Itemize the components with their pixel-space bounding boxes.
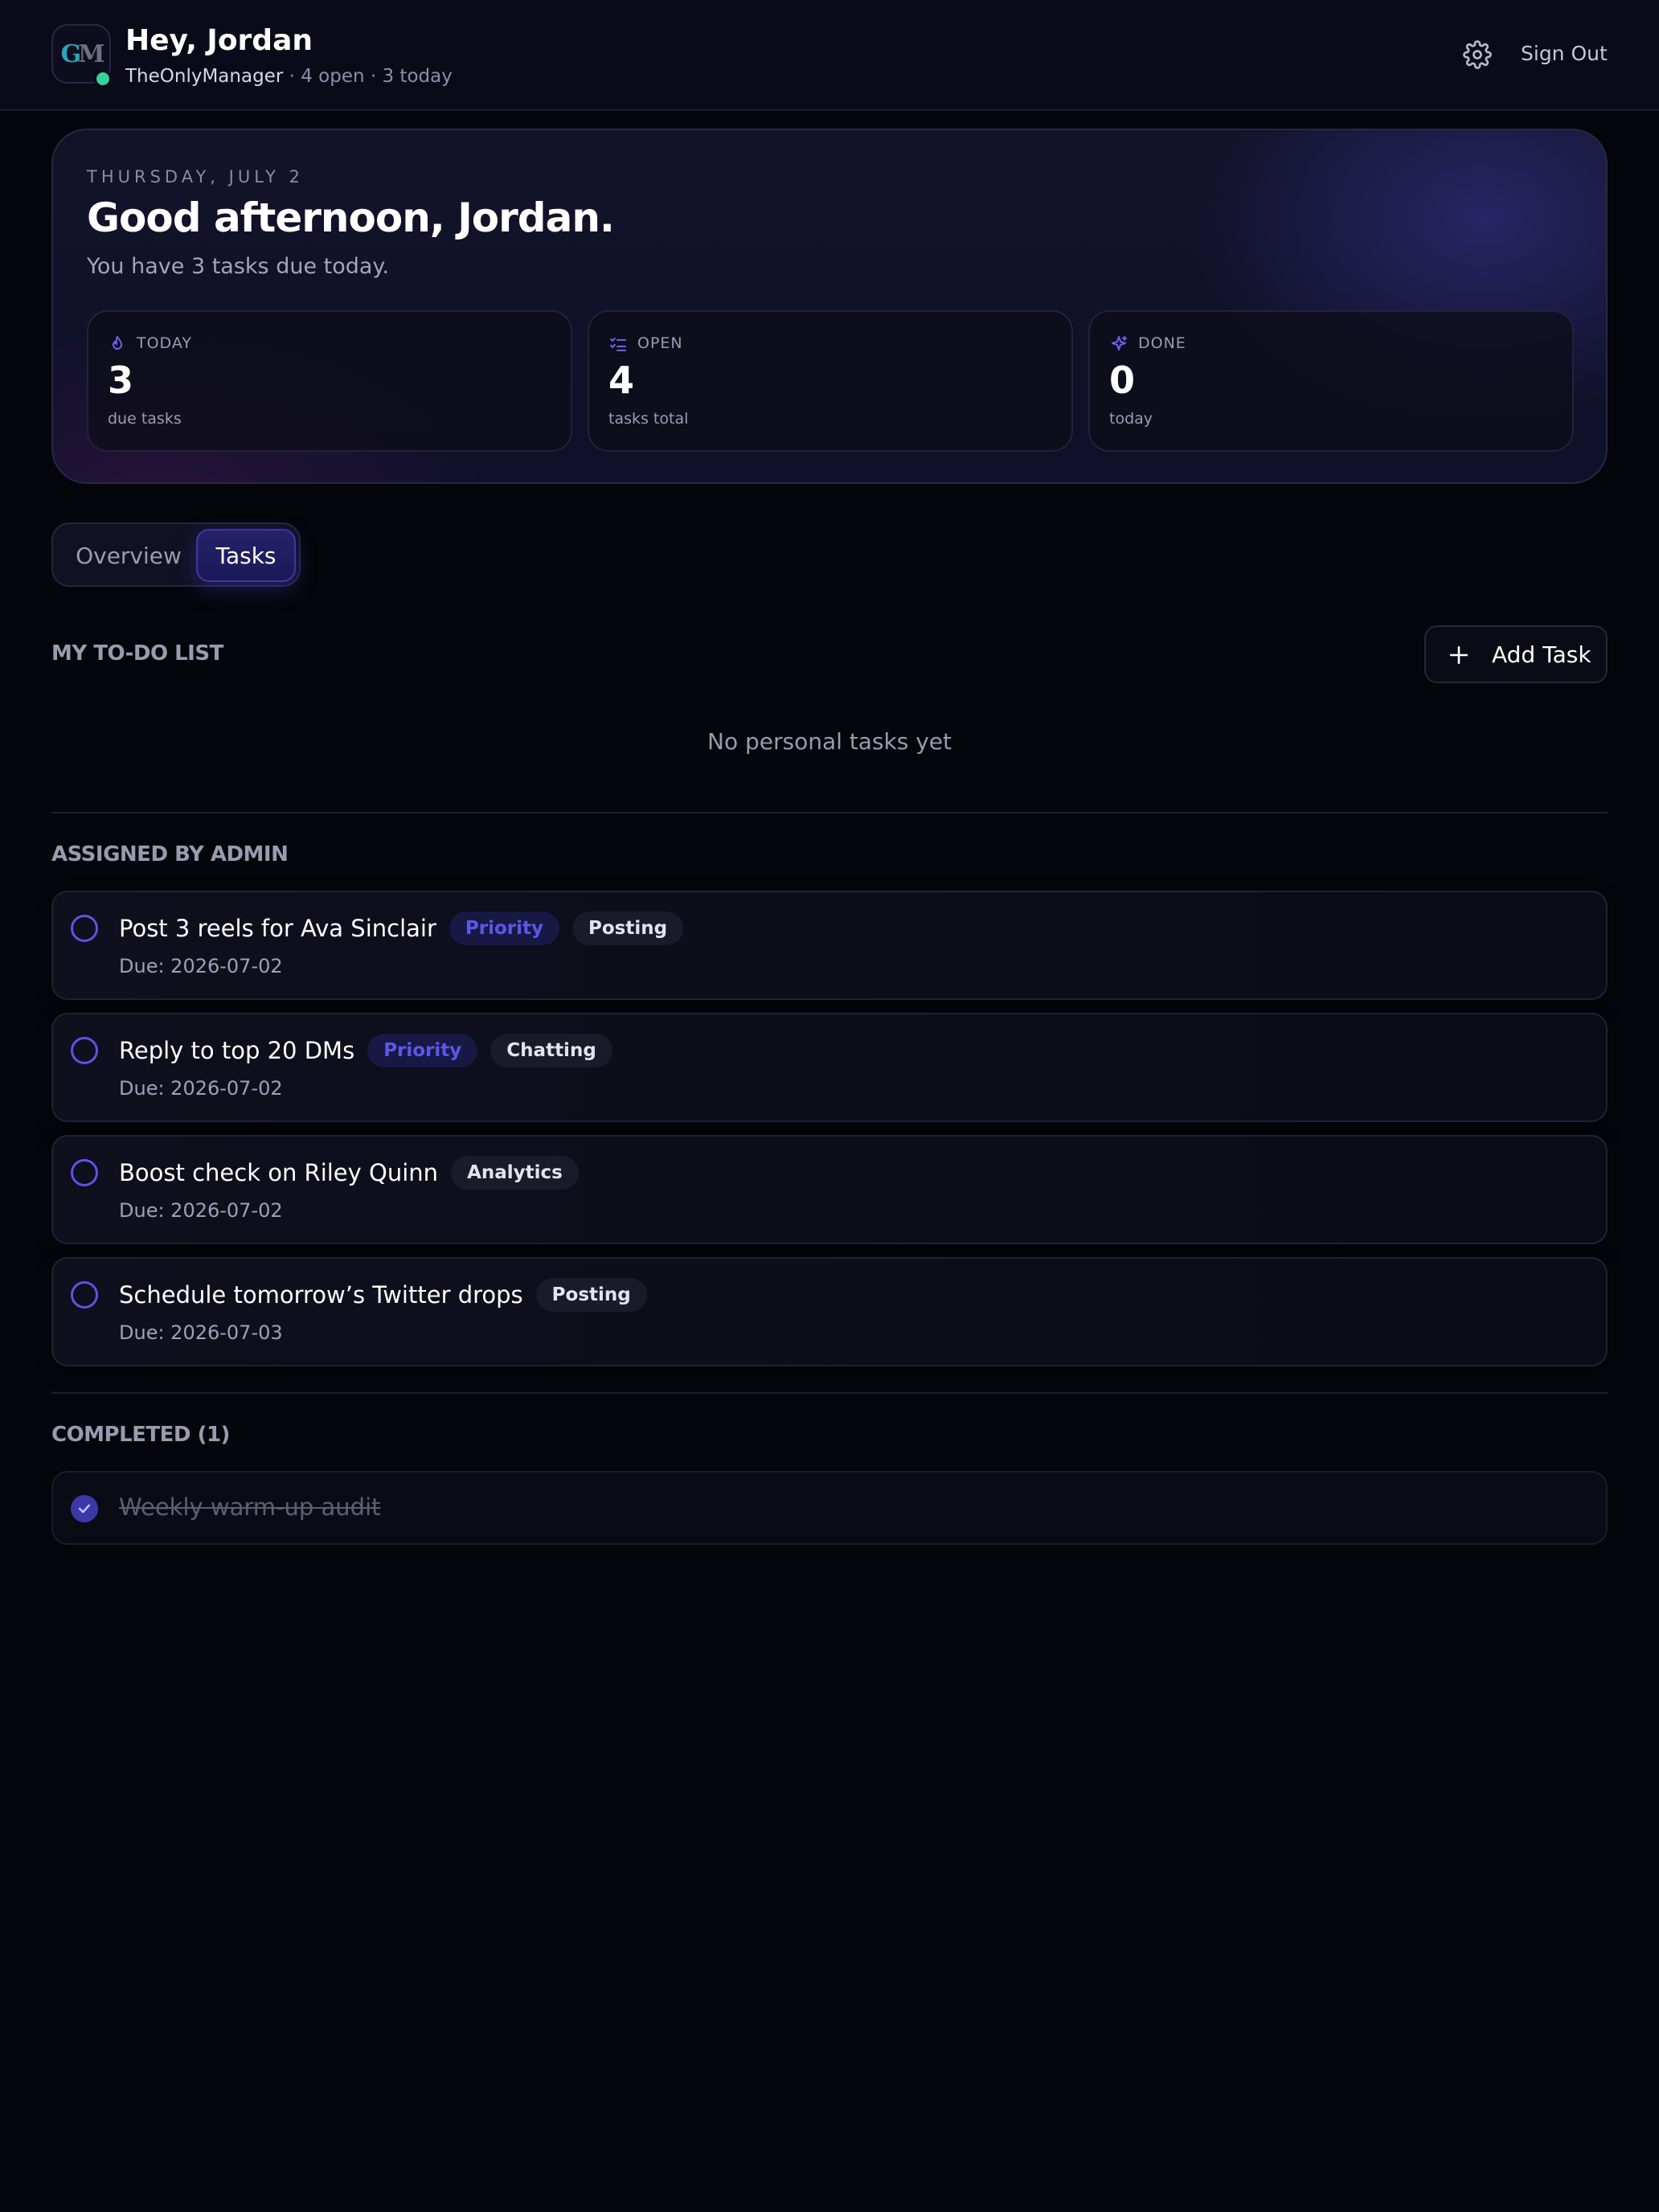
task-due-date: Due: 2026-07-02 xyxy=(119,1199,283,1222)
task-title: Schedule tomorrow’s Twitter drops xyxy=(119,1281,523,1309)
checkmark-icon xyxy=(78,1504,91,1514)
stat-value: 4 xyxy=(608,358,635,402)
stat-card-today: TODAY 3 due tasks xyxy=(87,310,572,452)
online-status-dot xyxy=(94,70,112,88)
completed-task-title: Weekly warm-up audit xyxy=(119,1493,381,1521)
section-divider xyxy=(51,1392,1608,1394)
task-title: Reply to top 20 DMs xyxy=(119,1037,355,1064)
stat-label: OPEN xyxy=(637,334,683,352)
top-header: GM Hey, Jordan TheOnlyManager · 4 open ·… xyxy=(0,0,1659,111)
todo-section-title: MY TO-DO LIST xyxy=(51,641,223,666)
task-checkbox[interactable] xyxy=(71,1037,98,1064)
stat-card-open: OPEN 4 tasks total xyxy=(588,310,1073,452)
add-task-button[interactable]: Add Task xyxy=(1424,625,1608,683)
task-checkbox[interactable] xyxy=(71,1281,98,1309)
category-tag: Posting xyxy=(535,1278,647,1312)
task-checkbox[interactable] xyxy=(71,915,98,942)
stat-description: due tasks xyxy=(108,410,182,428)
empty-todo-message: No personal tasks yet xyxy=(707,728,952,755)
plus-icon xyxy=(1449,645,1469,665)
category-tag: Posting xyxy=(572,911,684,945)
welcome-subtitle: You have 3 tasks due today. xyxy=(87,254,390,279)
task-summary: · 4 open · 3 today xyxy=(283,66,453,87)
logo-letter-m: M xyxy=(78,39,104,68)
completed-task-card[interactable]: Weekly warm-up audit xyxy=(51,1471,1608,1545)
flame-icon xyxy=(113,336,122,350)
task-card[interactable]: Reply to top 20 DMs Priority Chatting Du… xyxy=(51,1013,1608,1122)
category-tag: Chatting xyxy=(490,1034,612,1067)
brand-name: TheOnlyManager xyxy=(125,66,284,87)
task-card[interactable]: Post 3 reels for Ava Sinclair Priority P… xyxy=(51,891,1608,1000)
stat-description: tasks total xyxy=(608,410,689,428)
stat-description: today xyxy=(1109,410,1153,428)
stat-value: 3 xyxy=(108,358,134,402)
checklist-icon xyxy=(610,338,626,351)
task-due-date: Due: 2026-07-03 xyxy=(119,1321,283,1344)
task-due-date: Due: 2026-07-02 xyxy=(119,955,283,977)
view-tabs: Overview Tasks xyxy=(51,522,301,587)
current-date: THURSDAY, JULY 2 xyxy=(87,167,304,186)
task-checkbox-checked[interactable] xyxy=(71,1495,98,1522)
stat-label: DONE xyxy=(1138,334,1186,352)
header-subline: TheOnlyManager · 4 open · 3 today xyxy=(125,66,453,87)
welcome-title: Good afternoon, Jordan. xyxy=(87,195,615,241)
stat-label: TODAY xyxy=(137,334,192,352)
tab-tasks[interactable]: Tasks xyxy=(196,529,296,582)
sparkle-icon xyxy=(1112,336,1127,350)
add-task-label: Add Task xyxy=(1492,641,1591,668)
stat-value: 0 xyxy=(1109,358,1136,402)
assigned-section-title: ASSIGNED BY ADMIN xyxy=(51,842,289,866)
task-title: Post 3 reels for Ava Sinclair xyxy=(119,915,436,942)
stat-card-done: DONE 0 today xyxy=(1088,310,1574,452)
task-checkbox[interactable] xyxy=(71,1159,98,1186)
logo-letter-g: G xyxy=(60,39,82,68)
task-card[interactable]: Schedule tomorrow’s Twitter drops Postin… xyxy=(51,1257,1608,1366)
gear-icon[interactable] xyxy=(1463,40,1492,69)
sign-out-button[interactable]: Sign Out xyxy=(1521,42,1608,65)
welcome-card: THURSDAY, JULY 2 Good afternoon, Jordan.… xyxy=(51,129,1608,484)
completed-section-title: COMPLETED (1) xyxy=(51,1423,230,1447)
tab-overview[interactable]: Overview xyxy=(58,529,199,582)
section-divider xyxy=(51,812,1608,813)
task-card[interactable]: Boost check on Riley Quinn Analytics Due… xyxy=(51,1135,1608,1244)
task-due-date: Due: 2026-07-02 xyxy=(119,1077,283,1100)
task-title: Boost check on Riley Quinn xyxy=(119,1159,439,1186)
priority-tag: Priority xyxy=(449,911,560,945)
category-tag: Analytics xyxy=(451,1156,579,1190)
greeting-title: Hey, Jordan xyxy=(125,24,313,57)
priority-tag: Priority xyxy=(367,1034,478,1067)
